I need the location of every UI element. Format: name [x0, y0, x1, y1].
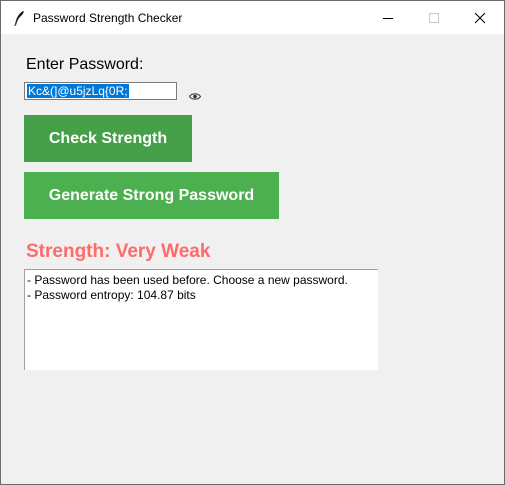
window-title: Password Strength Checker: [33, 11, 183, 25]
results-textbox[interactable]: - Password has been used before. Choose …: [24, 269, 378, 370]
eye-icon[interactable]: [189, 92, 201, 101]
strength-label: Strength: Very Weak: [26, 241, 211, 262]
enter-password-label: Enter Password:: [26, 56, 144, 73]
close-button[interactable]: [457, 1, 503, 34]
title-bar: Password Strength Checker: [1, 1, 504, 34]
generate-password-button[interactable]: Generate Strong Password: [24, 172, 279, 219]
close-icon: [474, 12, 486, 24]
password-value: Kc&(]@u5jzLq{0R;: [27, 84, 129, 98]
result-line: - Password has been used before. Choose …: [27, 273, 348, 287]
minimize-icon: [383, 18, 393, 19]
check-strength-button[interactable]: Check Strength: [24, 115, 192, 162]
app-window: Password Strength Checker Enter Password…: [0, 0, 505, 485]
minimize-button[interactable]: [365, 1, 411, 34]
feather-icon: [14, 10, 24, 26]
result-line: - Password entropy: 104.87 bits: [27, 288, 196, 302]
password-input[interactable]: Kc&(]@u5jzLq{0R;: [24, 82, 177, 100]
maximize-icon: [429, 13, 439, 23]
maximize-button[interactable]: [411, 1, 457, 34]
